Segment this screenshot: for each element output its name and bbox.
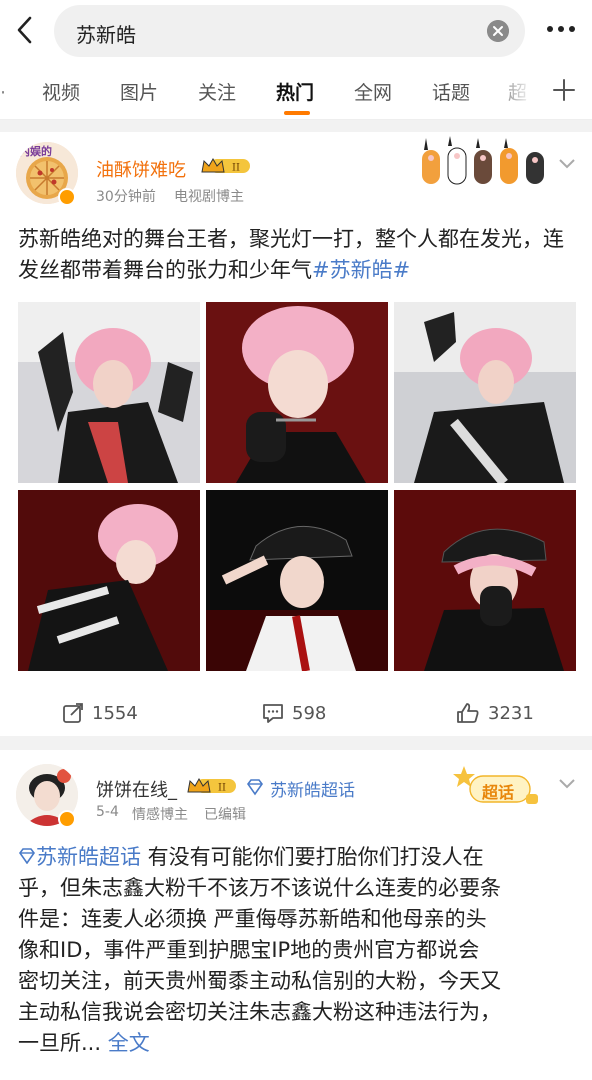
post-photo[interactable] <box>18 490 200 671</box>
search-input[interactable]: 苏新皓 <box>54 5 525 57</box>
post-text: 苏新皓超话 有没有可能你们要打胎你们打没人在 乎，但朱志鑫大粉千不该万不该说什么… <box>18 842 578 1059</box>
level-crown-icon: II <box>187 777 236 794</box>
username[interactable]: 油酥饼难吃 <box>96 156 186 182</box>
post-time: 30分钟前 <box>96 189 156 205</box>
tab-bar: · 视频 图片 关注 热门 全网 话题 超 <box>0 62 592 120</box>
post-actions: 1554 598 3231 <box>0 690 592 736</box>
supertopic-badge: 超话 <box>452 764 544 810</box>
user-role: 电视剧博主 <box>174 189 244 205</box>
user-role: 情感博主 <box>132 807 188 823</box>
comment-count: 598 <box>292 702 327 724</box>
tab-video[interactable]: 视频 <box>42 78 80 105</box>
verified-badge-icon <box>58 810 76 828</box>
text-line: 苏新皓超话 有没有可能你们要打胎你们打没人在 <box>18 842 578 873</box>
repost-count: 1554 <box>92 702 138 724</box>
supertopic-link[interactable]: 苏新皓超话 <box>270 776 355 801</box>
supertopic-badge-label: 超话 <box>482 783 515 802</box>
supertopic-inline-link[interactable]: 苏新皓超话 <box>36 845 141 869</box>
diamond-icon <box>19 848 35 865</box>
text-line: 一旦所... 全文 <box>18 1028 578 1059</box>
add-tab-icon[interactable] <box>542 68 586 112</box>
repost-icon <box>63 703 83 723</box>
post-photo[interactable] <box>18 302 200 483</box>
photo-grid <box>18 302 576 672</box>
svg-text:II: II <box>218 783 226 794</box>
username[interactable]: 饼饼在线_ <box>96 776 177 802</box>
diamond-icon <box>247 779 263 796</box>
like-button[interactable]: 3231 <box>456 702 534 724</box>
text-line: 有没有可能你们要打胎你们打没人在 <box>141 845 484 869</box>
more-options-icon[interactable] <box>544 17 578 41</box>
edited-label: 已编辑 <box>204 807 246 823</box>
level-crown-icon: II <box>201 157 250 174</box>
read-more-link[interactable]: 全文 <box>101 1031 150 1055</box>
post-card[interactable]: 饼饼在线_ II 苏新皓超话 5-4 情感博主 已编辑 超话 苏新皓超话 有没有… <box>0 750 592 1080</box>
post-photo[interactable] <box>206 490 388 671</box>
comment-icon <box>263 704 283 723</box>
repost-button[interactable]: 1554 <box>62 702 138 724</box>
tab-partial-left: · <box>0 82 7 104</box>
post-date: 5-4 <box>96 804 119 820</box>
hashtag-link[interactable]: #苏新皓# <box>312 258 410 282</box>
text-line: 乎，但朱志鑫大粉千不该万不该说什么连麦的必要条 <box>18 876 501 900</box>
clear-search-icon[interactable] <box>487 20 509 42</box>
tab-all-web[interactable]: 全网 <box>354 78 392 105</box>
post-text: 苏新皓绝对的舞台王者，聚光灯一打，整个人都在发光，连发丝都带着舞台的张力和少年气… <box>18 224 578 286</box>
text-line: 一旦所... <box>18 1031 102 1055</box>
text-line: 密切关注，前天贵州蜀黍主动私信别的大粉，今天又 <box>18 969 501 993</box>
active-tab-indicator <box>284 111 310 115</box>
tab-images[interactable]: 图片 <box>120 78 158 105</box>
post-photo[interactable] <box>394 302 576 483</box>
post-body: 苏新皓绝对的舞台王者，聚光灯一打，整个人都在发光，连发丝都带着舞台的张力和少年气 <box>18 227 564 282</box>
tab-hot[interactable]: 热门 <box>276 78 314 105</box>
like-count: 3231 <box>488 702 534 724</box>
text-line: 件是：连麦人必须换 严重侮辱苏新皓和他母亲的头 <box>18 907 487 931</box>
post-card[interactable]: 内娱的 油酥饼难吃 II 30分钟前 电视剧博主 苏新皓绝对的舞台王者，聚光灯一… <box>0 132 592 736</box>
verified-badge-icon <box>58 188 76 206</box>
top-bar: 苏新皓 <box>0 0 592 62</box>
post-photo[interactable] <box>394 490 576 671</box>
avatar-caption: 内娱的 <box>19 145 52 158</box>
svg-text:II: II <box>232 163 240 174</box>
back-arrow-icon[interactable] <box>10 12 40 48</box>
text-line: 主动私信我说会密切关注朱志鑫大粉这种违法行为， <box>18 1000 501 1024</box>
tab-fade <box>488 62 544 119</box>
text-line: 像和ID，事件严重到护腮宝IP地的贵州官方都说会 <box>18 938 480 962</box>
tab-topics[interactable]: 话题 <box>432 78 470 105</box>
chevron-down-icon[interactable] <box>558 778 576 790</box>
tab-following[interactable]: 关注 <box>198 78 236 105</box>
chevron-down-icon[interactable] <box>558 158 576 170</box>
search-query[interactable]: 苏新皓 <box>76 19 136 48</box>
cat-paws-decoration-icon <box>422 136 544 185</box>
post-photo[interactable] <box>206 302 388 483</box>
thumbs-up-icon <box>457 703 479 723</box>
comment-button[interactable]: 598 <box>262 702 326 724</box>
